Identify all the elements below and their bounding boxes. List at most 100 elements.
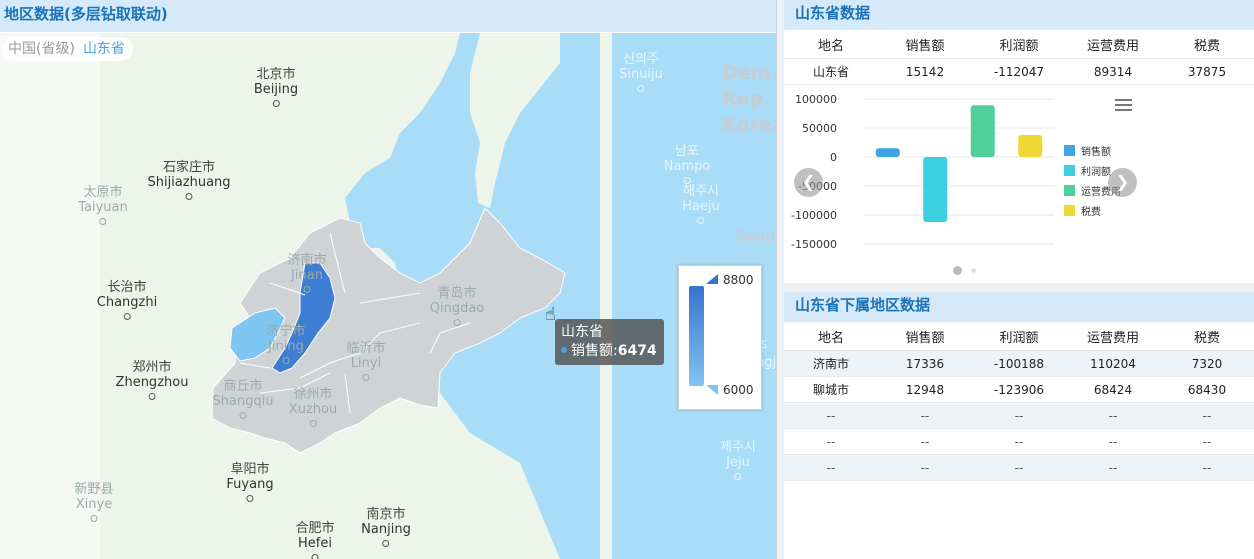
tooltip-label: 销售额:: [571, 343, 618, 359]
table-row[interactable]: 聊城市 12948 -123906 68424 68430: [784, 376, 1254, 403]
table-row[interactable]: -- -- -- -- --: [784, 402, 1254, 429]
table-cell: --: [1066, 454, 1160, 481]
legend-item[interactable]: 利润额: [1064, 163, 1111, 178]
table-row[interactable]: -- -- -- -- --: [784, 454, 1254, 481]
city-name-zh: 신의주: [623, 52, 659, 67]
city-name-zh: 徐州市: [293, 387, 333, 402]
legend-item[interactable]: 销售额: [1064, 143, 1111, 158]
city-dot-icon: [453, 319, 461, 326]
visual-map-max-handle[interactable]: [706, 274, 718, 284]
pager-dot[interactable]: [971, 268, 976, 273]
city-name-en: Jeju: [726, 455, 750, 470]
visual-map-gradient[interactable]: [689, 286, 704, 386]
table-cell: --: [1160, 402, 1254, 429]
col-header: 利润额: [972, 322, 1066, 351]
menu-icon[interactable]: [1115, 99, 1132, 113]
province-data-panel: 山东省数据 地名 销售额 利润额 运营费用 税费 山东省 15142 -1120…: [784, 0, 1254, 283]
city-name-en: Jinan: [291, 268, 323, 283]
bar-0[interactable]: [875, 148, 900, 157]
city-dot-icon: [734, 473, 742, 480]
land-faded-edge: [0, 33, 100, 559]
breadcrumb-shandong[interactable]: 山东省: [83, 37, 125, 61]
table-cell: 山东省: [784, 58, 878, 85]
y-tick-label: -150000: [791, 238, 837, 251]
map-panel-title: 地区数据(多层钻取联动): [0, 0, 776, 32]
province-bar-chart: 100000500000-50000-100000-150000: [791, 93, 1054, 251]
table-cell: 89314: [1066, 58, 1160, 85]
visual-map-min-handle[interactable]: [706, 385, 718, 395]
subregion-table-header: 地名 销售额 利润额 运营费用 税费: [784, 322, 1254, 351]
city-name-en: Jining: [268, 339, 304, 354]
table-cell: 济南市: [784, 350, 878, 377]
table-cell: --: [878, 428, 972, 455]
city-dot-icon: [239, 412, 247, 419]
table-row[interactable]: 山东省 15142 -112047 89314 37875: [784, 58, 1254, 85]
korea-land: [600, 33, 612, 559]
next-chart-button[interactable]: ❯: [1108, 168, 1137, 197]
table-cell: -100188: [972, 350, 1066, 377]
prev-chart-button[interactable]: ❮: [794, 168, 823, 197]
visual-map-min-label: 6000: [723, 383, 754, 397]
city-name-en: Beijing: [253, 82, 299, 97]
city-dot-icon: [697, 217, 705, 224]
breadcrumb-china[interactable]: 中国(省级): [8, 37, 75, 61]
bar-3[interactable]: [1018, 135, 1043, 157]
breadcrumb: 中国(省级) 山东省: [2, 37, 133, 61]
city-name-en: Xinye: [75, 497, 113, 512]
table-cell: -112047: [972, 58, 1066, 85]
city-name-zh: 合肥市: [295, 521, 335, 536]
visual-map-max-label: 8800: [723, 273, 754, 287]
city-name-en: Nampo: [663, 159, 711, 174]
city-label: 太原市 Taiyuan: [78, 185, 128, 225]
table-cell: 聊城市: [784, 376, 878, 403]
legend-label: 税费: [1081, 207, 1101, 218]
city-dot-icon: [99, 218, 107, 225]
pager-dot-active[interactable]: [953, 266, 962, 275]
visual-map-legend[interactable]: 8800 6000: [678, 265, 762, 410]
city-dot-icon: [637, 85, 645, 92]
city-name-en: Changzhi: [96, 295, 158, 310]
col-header: 地名: [784, 322, 878, 351]
city-name-en: Shijiazhuang: [147, 175, 231, 190]
city-dot-icon: [303, 286, 311, 293]
city-dot-icon: [683, 177, 691, 184]
province-panel-title: 山东省数据: [784, 0, 1254, 30]
city-dot-icon: [123, 313, 131, 320]
city-name-en: Xuzhou: [288, 402, 338, 417]
city-label: 青岛市 Qingdao: [430, 286, 484, 326]
city-label: 济宁市 Jining: [266, 324, 306, 364]
city-name-zh: 长治市: [107, 280, 147, 295]
col-header: 运营费用: [1066, 322, 1160, 351]
city-name-en: Zhengzhou: [115, 375, 189, 390]
table-row[interactable]: -- -- -- -- --: [784, 428, 1254, 455]
city-dot-icon: [282, 357, 290, 364]
table-cell: 15142: [878, 58, 972, 85]
map-tooltip: 山东省 销售额:6474: [555, 319, 664, 365]
korea-line-3: Korea: [722, 114, 776, 136]
city-name-en: Shangqiu: [212, 394, 274, 409]
bar-1[interactable]: [923, 157, 948, 222]
legend-item[interactable]: 税费: [1064, 203, 1101, 218]
city-label: 临沂市 Linyi: [346, 341, 386, 381]
city-dot-icon: [362, 374, 370, 381]
table-cell: --: [878, 454, 972, 481]
city-dot-icon: [185, 193, 193, 200]
city-dot-icon: [309, 420, 317, 427]
city-name-zh: 济南市: [287, 253, 327, 268]
legend-swatch-icon: [1064, 165, 1075, 176]
y-tick-label: 100000: [795, 93, 837, 106]
legend-label: 销售额: [1081, 147, 1111, 158]
city-label: 郑州市 Zhengzhou: [115, 360, 189, 400]
city-name-zh: 临沂市: [346, 341, 386, 356]
table-cell: 12948: [878, 376, 972, 403]
city-label: 济南市 Jinan: [287, 253, 327, 293]
city-name-en: Nanjing: [361, 522, 411, 537]
bar-2[interactable]: [970, 105, 995, 157]
table-cell: --: [878, 402, 972, 429]
city-name-en: Haeju: [682, 199, 720, 214]
city-dot-icon: [272, 100, 280, 107]
tooltip-value: 6474: [617, 343, 657, 359]
map-area[interactable]: 中国(省级) 山东省 北京市 Beijing 石家庄市 Shijiazhuang 太原市…: [0, 33, 776, 559]
table-row[interactable]: 济南市 17336 -100188 110204 7320: [784, 350, 1254, 377]
table-cell: --: [972, 454, 1066, 481]
